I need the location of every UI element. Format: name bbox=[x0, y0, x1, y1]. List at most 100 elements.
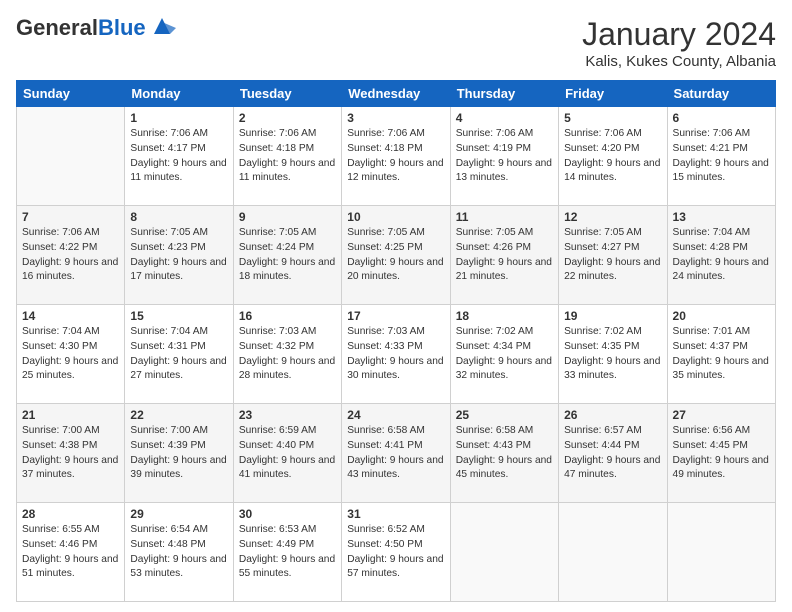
daylight-text: Daylight: 9 hours and 47 minutes. bbox=[564, 455, 660, 481]
daylight-text: Daylight: 9 hours and 53 minutes. bbox=[130, 554, 226, 580]
sunset-text: Sunset: 4:20 PM bbox=[564, 143, 639, 154]
day-detail: Sunrise: 7:05 AMSunset: 4:23 PMDaylight:… bbox=[130, 226, 227, 285]
sunrise-text: Sunrise: 7:05 AM bbox=[456, 227, 534, 238]
day-detail: Sunrise: 7:06 AMSunset: 4:18 PMDaylight:… bbox=[347, 127, 444, 186]
daylight-text: Daylight: 9 hours and 28 minutes. bbox=[239, 356, 335, 382]
sunrise-text: Sunrise: 7:04 AM bbox=[130, 326, 208, 337]
daylight-text: Daylight: 9 hours and 30 minutes. bbox=[347, 356, 443, 382]
logo-blue-text: Blue bbox=[98, 15, 146, 40]
sunset-text: Sunset: 4:24 PM bbox=[239, 242, 314, 253]
day-detail: Sunrise: 6:56 AMSunset: 4:45 PMDaylight:… bbox=[673, 424, 770, 483]
daylight-text: Daylight: 9 hours and 20 minutes. bbox=[347, 257, 443, 283]
logo: GeneralBlue bbox=[16, 16, 176, 40]
sunrise-text: Sunrise: 7:03 AM bbox=[239, 326, 317, 337]
day-number: 12 bbox=[564, 210, 661, 224]
col-saturday: Saturday bbox=[667, 81, 775, 107]
day-number: 14 bbox=[22, 309, 119, 323]
col-wednesday: Wednesday bbox=[342, 81, 450, 107]
sunset-text: Sunset: 4:26 PM bbox=[456, 242, 531, 253]
sunrise-text: Sunrise: 6:54 AM bbox=[130, 524, 208, 535]
day-detail: Sunrise: 7:03 AM Sunset: 4:32 PM Daylight:… bbox=[239, 325, 336, 384]
table-row: 5Sunrise: 7:06 AMSunset: 4:20 PMDaylight… bbox=[559, 107, 667, 206]
sunset-text: Sunset: 4:21 PM bbox=[673, 143, 748, 154]
day-detail: Sunrise: 6:59 AMSunset: 4:40 PMDaylight:… bbox=[239, 424, 336, 483]
day-detail: Sunrise: 6:57 AMSunset: 4:44 PMDaylight:… bbox=[564, 424, 661, 483]
daylight-text: Daylight: 9 hours and 39 minutes. bbox=[130, 455, 226, 481]
day-detail: Sunrise: 7:06 AMSunset: 4:19 PMDaylight:… bbox=[456, 127, 553, 186]
sunrise-text: Sunrise: 6:56 AM bbox=[673, 425, 751, 436]
table-row: 7Sunrise: 7:06 AMSunset: 4:22 PMDaylight… bbox=[17, 206, 125, 305]
day-number: 22 bbox=[130, 408, 227, 422]
day-detail: Sunrise: 7:05 AMSunset: 4:27 PMDaylight:… bbox=[564, 226, 661, 285]
calendar-week-row: 1Sunrise: 7:06 AMSunset: 4:17 PMDaylight… bbox=[17, 107, 776, 206]
day-detail: Sunrise: 6:58 AMSunset: 4:43 PMDaylight:… bbox=[456, 424, 553, 483]
table-row: 10Sunrise: 7:05 AMSunset: 4:25 PMDayligh… bbox=[342, 206, 450, 305]
month-title: January 2024 bbox=[582, 16, 776, 53]
day-number: 15 bbox=[130, 309, 227, 323]
sunset-text: Sunset: 4:37 PM bbox=[673, 341, 748, 352]
sunrise-text: Sunrise: 7:06 AM bbox=[456, 128, 534, 139]
day-detail: Sunrise: 7:04 AMSunset: 4:28 PMDaylight:… bbox=[673, 226, 770, 285]
sunset-text: Sunset: 4:35 PM bbox=[564, 341, 639, 352]
sunrise-text: Sunrise: 7:02 AM bbox=[564, 326, 642, 337]
table-row: 9Sunrise: 7:05 AMSunset: 4:24 PMDaylight… bbox=[233, 206, 341, 305]
col-tuesday: Tuesday bbox=[233, 81, 341, 107]
sunset-text: Sunset: 4:31 PM bbox=[130, 341, 205, 352]
sunset-text: Sunset: 4:32 PM bbox=[239, 341, 314, 352]
sunrise-text: Sunrise: 7:03 AM bbox=[347, 326, 425, 337]
table-row: 4Sunrise: 7:06 AMSunset: 4:19 PMDaylight… bbox=[450, 107, 558, 206]
day-number: 31 bbox=[347, 507, 444, 521]
day-number: 3 bbox=[347, 111, 444, 125]
day-detail: Sunrise: 6:54 AMSunset: 4:48 PMDaylight:… bbox=[130, 523, 227, 582]
table-row: 29 Sunrise: 6:54 AMSunset: 4:48 PMDayligh… bbox=[125, 503, 233, 602]
daylight-text: Daylight: 9 hours and 45 minutes. bbox=[456, 455, 552, 481]
location-title: Kalis, Kukes County, Albania bbox=[582, 53, 776, 70]
daylight-text: Daylight: 9 hours and 25 minutes. bbox=[22, 356, 118, 382]
calendar-week-row: 14Sunrise: 7:04 AMSunset: 4:30 PMDayligh… bbox=[17, 305, 776, 404]
table-row: 22Sunrise: 7:00 AMSunset: 4:39 PMDayligh… bbox=[125, 404, 233, 503]
sunset-text: Sunset: 4:45 PM bbox=[673, 440, 748, 451]
day-number: 1 bbox=[130, 111, 227, 125]
day-number: 29 bbox=[130, 507, 227, 521]
sunset-text: Sunset: 4:38 PM bbox=[22, 440, 97, 451]
day-detail: Sunrise: 7:06 AMSunset: 4:20 PMDaylight:… bbox=[564, 127, 661, 186]
col-monday: Monday bbox=[125, 81, 233, 107]
daylight-text: Daylight: 9 hours and 37 minutes. bbox=[22, 455, 118, 481]
sunset-text: Sunset: 4:44 PM bbox=[564, 440, 639, 451]
sunrise-text: Sunrise: 7:02 AM bbox=[456, 326, 534, 337]
sunrise-text: Sunrise: 7:06 AM bbox=[239, 128, 317, 139]
day-number: 5 bbox=[564, 111, 661, 125]
table-row: 28Sunrise: 6:55 AMSunset: 4:46 PMDayligh… bbox=[17, 503, 125, 602]
day-number: 19 bbox=[564, 309, 661, 323]
daylight-text: Daylight: 9 hours and 43 minutes. bbox=[347, 455, 443, 481]
sunrise-text: Sunrise: 7:06 AM bbox=[347, 128, 425, 139]
day-detail: Sunrise: 6:55 AMSunset: 4:46 PMDaylight:… bbox=[22, 523, 119, 582]
day-detail: Sunrise: 7:05 AMSunset: 4:24 PMDaylight:… bbox=[239, 226, 336, 285]
table-row: 12 Sunrise: 7:05 AMSunset: 4:27 PMDayligh… bbox=[559, 206, 667, 305]
sunrise-text: Sunrise: 7:05 AM bbox=[130, 227, 208, 238]
day-number: 24 bbox=[347, 408, 444, 422]
table-row: 19Sunrise: 7:02 AMSunset: 4:35 PMDayligh… bbox=[559, 305, 667, 404]
table-row: 21Sunrise: 7:00 AMSunset: 4:38 PMDayligh… bbox=[17, 404, 125, 503]
day-detail: Sunrise: 6:53 AMSunset: 4:49 PMDaylight:… bbox=[239, 523, 336, 582]
sunset-text: Sunset: 4:18 PM bbox=[347, 143, 422, 154]
day-detail: Sunrise: 6:52 AMSunset: 4:50 PMDaylight:… bbox=[347, 523, 444, 582]
sunset-text: Sunset: 4:46 PM bbox=[22, 539, 97, 550]
table-row: 3Sunrise: 7:06 AMSunset: 4:18 PMDaylight… bbox=[342, 107, 450, 206]
calendar-week-row: 7Sunrise: 7:06 AMSunset: 4:22 PMDaylight… bbox=[17, 206, 776, 305]
daylight-text: Daylight: 9 hours and 13 minutes. bbox=[456, 158, 552, 184]
table-row: 14Sunrise: 7:04 AMSunset: 4:30 PMDayligh… bbox=[17, 305, 125, 404]
daylight-text: Daylight: 9 hours and 21 minutes. bbox=[456, 257, 552, 283]
daylight-text: Daylight: 9 hours and 11 minutes. bbox=[239, 158, 335, 184]
table-row bbox=[559, 503, 667, 602]
daylight-text: Daylight: 9 hours and 15 minutes. bbox=[673, 158, 769, 184]
sunrise-text: Sunrise: 6:59 AM bbox=[239, 425, 317, 436]
sunrise-text: Sunrise: 6:52 AM bbox=[347, 524, 425, 535]
table-row: 20Sunrise: 7:01 AMSunset: 4:37 PMDayligh… bbox=[667, 305, 775, 404]
sunset-text: Sunset: 4:34 PM bbox=[456, 341, 531, 352]
day-number: 27 bbox=[673, 408, 770, 422]
table-row: 6Sunrise: 7:06 AMSunset: 4:21 PMDaylight… bbox=[667, 107, 775, 206]
table-row: 25Sunrise: 6:58 AMSunset: 4:43 PMDayligh… bbox=[450, 404, 558, 503]
daylight-text: Daylight: 9 hours and 22 minutes. bbox=[564, 257, 660, 283]
sunrise-text: Sunrise: 7:06 AM bbox=[564, 128, 642, 139]
